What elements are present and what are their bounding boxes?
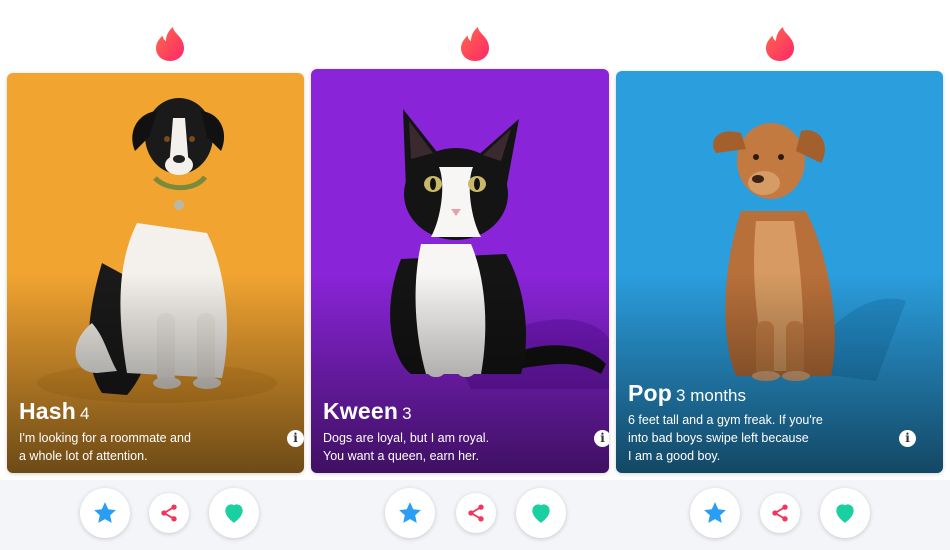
bio-line: I am a good boy. xyxy=(628,449,721,463)
share-button[interactable] xyxy=(456,493,496,533)
card-age: 4 xyxy=(80,404,90,423)
card-name: Hash xyxy=(19,398,77,424)
bio-line: into bad boys swipe left because xyxy=(628,431,809,445)
share-icon xyxy=(468,504,484,522)
share-button[interactable] xyxy=(760,493,800,533)
card-age: 3 xyxy=(402,404,412,423)
heart-icon xyxy=(532,504,550,523)
card-bio: 6 feet tall and a gym freak. If you're i… xyxy=(628,411,913,465)
info-icon[interactable]: i xyxy=(899,430,916,447)
profile-card-kween[interactable]: Kween 3 Dogs are loyal, but I am royal. Y… xyxy=(311,69,609,473)
like-button[interactable] xyxy=(209,488,259,538)
card-bio: I'm looking for a roommate and a whole l… xyxy=(19,429,274,465)
profile-card-pop[interactable]: Pop 3 months 6 feet tall and a gym freak.… xyxy=(616,71,943,473)
card-bio: Dogs are loyal, but I am royal. You want… xyxy=(323,429,579,465)
star-icon xyxy=(399,502,421,523)
star-icon xyxy=(704,502,726,523)
heart-icon xyxy=(836,504,854,523)
bio-line: Dogs are loyal, but I am royal. xyxy=(323,431,490,445)
flame-icon xyxy=(461,27,489,61)
profile-card-hash[interactable]: Hash 4 I'm looking for a roommate and a w… xyxy=(7,73,304,473)
heart-icon xyxy=(225,504,243,523)
card-name: Kween xyxy=(323,398,399,424)
star-icon xyxy=(94,502,116,523)
flame-icon xyxy=(766,27,794,61)
card-info: Kween 3 Dogs are loyal, but I am royal. Y… xyxy=(323,398,579,465)
super-like-button[interactable] xyxy=(385,488,435,538)
bio-line: You want a queen, earn her. xyxy=(323,449,479,463)
super-like-button[interactable] xyxy=(690,488,740,538)
card-info: Pop 3 months 6 feet tall and a gym freak.… xyxy=(628,380,913,465)
share-button[interactable] xyxy=(149,493,189,533)
bio-line: I'm looking for a roommate and xyxy=(19,431,191,445)
like-button[interactable] xyxy=(820,488,870,538)
bio-line: a whole lot of attention. xyxy=(19,449,148,463)
info-icon[interactable]: i xyxy=(594,430,609,447)
like-button[interactable] xyxy=(516,488,566,538)
card-info: Hash 4 I'm looking for a roommate and a w… xyxy=(19,398,274,465)
card-name: Pop xyxy=(628,380,673,406)
info-icon[interactable]: i xyxy=(287,430,304,447)
card-age: 3 months xyxy=(676,386,746,405)
super-like-button[interactable] xyxy=(80,488,130,538)
share-icon xyxy=(772,504,788,522)
bio-line: 6 feet tall and a gym freak. If you're xyxy=(628,413,823,427)
share-icon xyxy=(161,504,177,522)
flame-icon xyxy=(156,27,184,61)
